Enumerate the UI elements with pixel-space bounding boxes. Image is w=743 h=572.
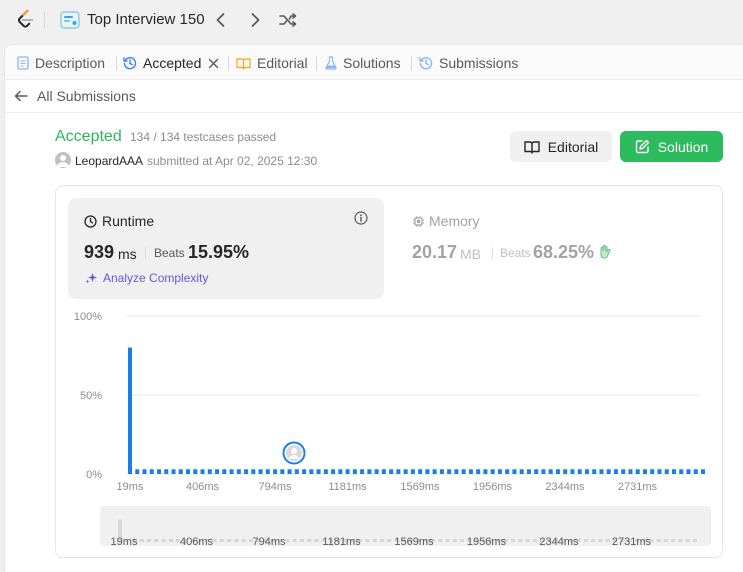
- study-plan-icon: [60, 11, 80, 29]
- tab-label: Accepted: [143, 55, 202, 71]
- history-icon: [123, 57, 137, 70]
- range-bar: [663, 539, 668, 542]
- username[interactable]: LeopardAAA: [75, 154, 143, 168]
- range-bar: [365, 539, 370, 542]
- back-label: All Submissions: [37, 88, 136, 104]
- range-bar: [671, 539, 676, 542]
- book-icon: [524, 140, 540, 154]
- solution-button-label: Solution: [657, 138, 709, 155]
- range-tick-label: 1569ms: [394, 536, 434, 548]
- range-bar: [219, 539, 224, 542]
- range-bar: [314, 539, 319, 542]
- range-bar: [518, 539, 523, 542]
- tab-description[interactable]: Description: [17, 54, 105, 72]
- all-submissions-link[interactable]: All Submissions: [5, 80, 743, 113]
- close-icon[interactable]: [208, 58, 219, 69]
- range-tick-label: 1181ms: [322, 536, 361, 548]
- tab-accepted[interactable]: Accepted: [123, 54, 219, 72]
- tab-solutions[interactable]: Solutions: [325, 54, 401, 72]
- range-bar: [583, 539, 588, 542]
- tab-divider: [228, 56, 229, 70]
- range-bar: [460, 539, 465, 542]
- shuffle-icon[interactable]: [278, 10, 298, 30]
- range-bar: [285, 539, 290, 542]
- range-bar: [234, 539, 239, 542]
- range-bar: [532, 539, 537, 542]
- range-bar: [452, 539, 457, 542]
- tab-label: Submissions: [439, 55, 519, 71]
- range-bar: [227, 539, 232, 542]
- range-bar: [678, 539, 683, 542]
- range-bar: [212, 539, 217, 542]
- avatar[interactable]: [55, 152, 71, 168]
- back-arrow-icon: [14, 90, 28, 102]
- range-bar: [161, 539, 166, 542]
- range-bar: [591, 539, 596, 542]
- tab-divider: [316, 56, 317, 70]
- range-bar: [438, 539, 443, 542]
- range-tick-label: 2731ms: [612, 536, 652, 548]
- editorial-button[interactable]: Editorial: [510, 131, 612, 162]
- submitted-time: submitted at Apr 02, 2025 12:30: [147, 154, 318, 168]
- book-icon: [236, 57, 251, 70]
- description-icon: [17, 56, 29, 70]
- testcases-summary: 134 / 134 testcases passed: [130, 130, 277, 144]
- range-bar: [598, 539, 603, 542]
- user-icon: [57, 155, 69, 167]
- range-bar: [525, 539, 530, 542]
- tab-divider: [411, 56, 412, 70]
- editorial-button-label: Editorial: [547, 138, 599, 155]
- submission-status: Accepted: [55, 128, 122, 145]
- range-bar: [685, 539, 690, 542]
- range-bar: [605, 539, 610, 542]
- range-bar: [307, 539, 312, 542]
- tab-editorial[interactable]: Editorial: [236, 54, 308, 72]
- range-bar: [241, 539, 246, 542]
- performance-card: Runtime 939 ms Beats 15.95% Analyze Comp…: [55, 185, 723, 558]
- range-bar: [168, 539, 173, 542]
- tab-label: Editorial: [257, 55, 308, 71]
- range-bar: [511, 539, 516, 542]
- tab-divider: [116, 56, 117, 70]
- range-bar: [292, 539, 297, 542]
- range-tick-label: 1956ms: [467, 536, 507, 548]
- range-tick-label: 406ms: [180, 536, 214, 548]
- range-slider-chart[interactable]: 19ms 406ms 794ms 1181ms 1569ms 1956ms 2344ms 27…: [56, 186, 724, 559]
- study-plan-title[interactable]: Top Interview 150: [87, 11, 205, 28]
- tab-label: Description: [35, 55, 106, 71]
- range-bar: [147, 539, 152, 542]
- range-bar: [154, 539, 159, 542]
- tab-label: Solutions: [343, 55, 401, 71]
- tab-submissions[interactable]: Submissions: [419, 54, 518, 72]
- range-bar: [380, 539, 385, 542]
- range-tick-label: 2344ms: [539, 536, 579, 548]
- flask-icon: [325, 56, 337, 70]
- range-tick-label: 19ms: [111, 536, 138, 548]
- range-bar: [656, 539, 661, 542]
- range-bar: [372, 539, 377, 542]
- range-bar: [445, 539, 450, 542]
- solution-button[interactable]: Solution: [620, 131, 723, 162]
- edit-icon: [635, 139, 649, 154]
- history-icon: [419, 57, 433, 70]
- range-bar: [387, 539, 392, 542]
- submission-panel: Description Accepted Editorial Solutions…: [4, 44, 743, 572]
- prev-arrow-icon[interactable]: [211, 10, 231, 30]
- range-bar: [139, 539, 144, 542]
- range-bar: [299, 539, 304, 542]
- divider: [44, 12, 45, 28]
- top-bar: Top Interview 150: [0, 0, 743, 40]
- next-arrow-icon[interactable]: [245, 10, 265, 30]
- range-bar: [693, 539, 697, 542]
- range-tick-label: 794ms: [252, 536, 286, 548]
- tab-bar: Description Accepted Editorial Solutions…: [5, 45, 743, 80]
- leetcode-logo[interactable]: [15, 9, 37, 31]
